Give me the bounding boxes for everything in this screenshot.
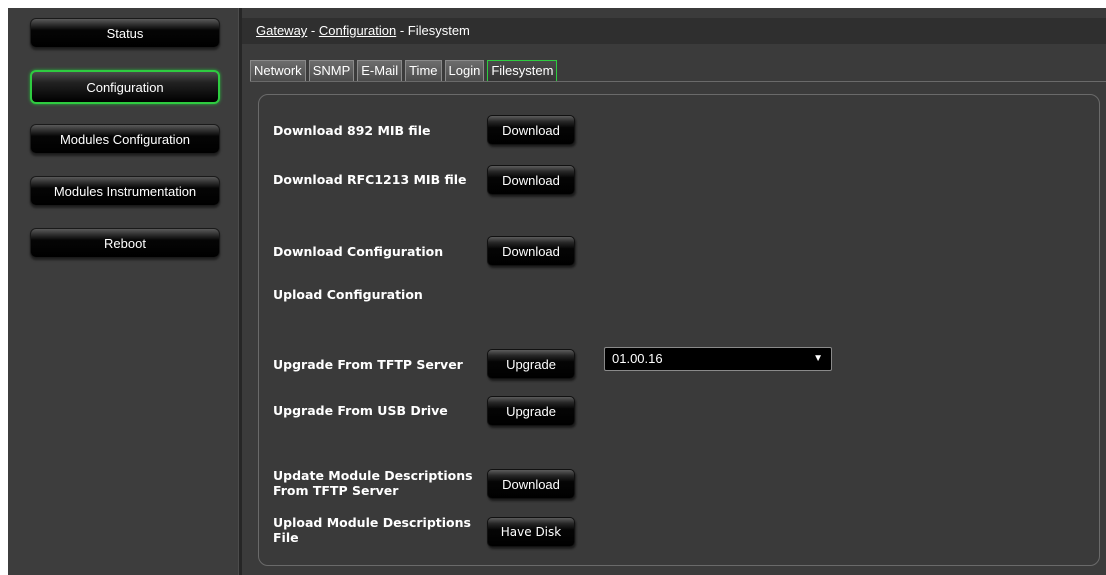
tab-time[interactable]: Time [405,60,442,82]
tab-underline [250,81,1106,82]
firmware-version-select[interactable]: 01.00.16 ▼ [604,347,832,371]
upgrade-tftp-label: Upgrade From TFTP Server [273,357,463,372]
update-module-descriptions-label: Update Module Descriptions From TFTP Ser… [273,468,473,498]
download-configuration-button[interactable]: Download [487,236,575,266]
have-disk-button[interactable]: Have Disk [487,517,575,547]
tab-snmp[interactable]: SNMP [308,60,355,82]
sidebar-item-configuration[interactable]: Configuration [30,70,220,104]
update-module-descriptions-line2: From TFTP Server [273,483,399,498]
breadcrumb-current: Filesystem [407,23,470,38]
update-module-descriptions-line1: Update Module Descriptions [273,468,473,483]
filesystem-panel: Download 892 MIB file Download Download … [258,94,1100,566]
sidebar-item-modules-instrumentation[interactable]: Modules Instrumentation [30,176,220,206]
sidebar-item-modules-configuration[interactable]: Modules Configuration [30,124,220,154]
tab-filesystem[interactable]: Filesystem [487,60,558,82]
app-window: Status Configuration Modules Configurati… [8,8,1106,575]
dropdown-arrow-icon: ▼ [813,353,823,364]
download-rfc1213-mib-label: Download RFC1213 MIB file [273,172,467,187]
tab-bar: Network SNMP E-Mail Time Login Filesyste… [250,60,558,82]
upload-module-descriptions-line1: Upload Module Descriptions [273,515,471,530]
breadcrumb-configuration-link[interactable]: Configuration [319,23,396,38]
download-rfc1213-mib-button[interactable]: Download [487,165,575,195]
upgrade-tftp-button[interactable]: Upgrade [487,349,575,379]
upload-module-descriptions-label: Upload Module Descriptions File [273,515,471,545]
sidebar-item-reboot[interactable]: Reboot [30,228,220,258]
sidebar-item-status[interactable]: Status [30,18,220,48]
breadcrumb-separator: - [396,23,408,38]
update-module-descriptions-button[interactable]: Download [487,469,575,499]
upgrade-usb-label: Upgrade From USB Drive [273,403,448,418]
tab-email[interactable]: E-Mail [357,60,403,82]
tab-login[interactable]: Login [444,60,485,82]
download-configuration-label: Download Configuration [273,244,444,259]
tab-network[interactable]: Network [250,60,306,82]
main-content: Gateway - Configuration - Filesystem Net… [242,8,1106,575]
upload-configuration-label: Upload Configuration [273,287,423,302]
upgrade-usb-button[interactable]: Upgrade [487,396,575,426]
breadcrumb-gateway-link[interactable]: Gateway [256,23,307,38]
breadcrumb: Gateway - Configuration - Filesystem [242,18,1106,44]
breadcrumb-separator: - [307,23,319,38]
download-892-mib-button[interactable]: Download [487,115,575,145]
upload-module-descriptions-line2: File [273,530,299,545]
sidebar: Status Configuration Modules Configurati… [8,8,238,575]
download-892-mib-label: Download 892 MIB file [273,123,431,138]
firmware-version-value: 01.00.16 [612,351,663,366]
